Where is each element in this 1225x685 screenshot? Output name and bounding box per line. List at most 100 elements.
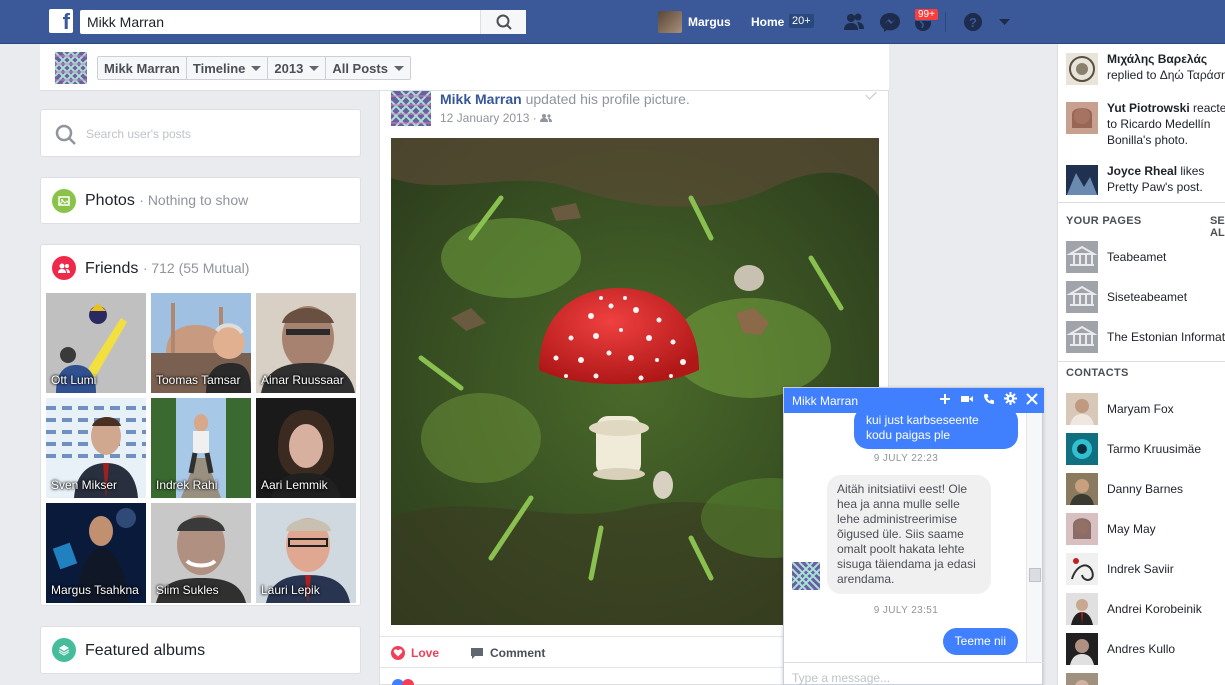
contact-name: Danny Barnes xyxy=(1107,482,1184,496)
contacts-heading: CONTACTS xyxy=(1066,367,1129,379)
help-icon[interactable]: ? xyxy=(962,12,984,32)
chat-header[interactable]: Mikk Marran xyxy=(784,388,1044,413)
gear-icon[interactable] xyxy=(1004,392,1017,405)
ticker-story[interactable]: Yut Piotrowski reacted to Ricardo Medell… xyxy=(1066,100,1225,148)
contact-avatar xyxy=(1066,393,1098,425)
friends-title[interactable]: Friends xyxy=(85,260,138,277)
avatar xyxy=(658,11,682,33)
friend-tile[interactable]: Toomas Tamsar xyxy=(151,293,251,393)
contact-item[interactable]: Tarmo Kruusimäe xyxy=(1066,433,1225,465)
contact-name: May May xyxy=(1107,522,1156,536)
year-dropdown[interactable]: 2013 xyxy=(268,57,327,79)
ticker-story[interactable]: Joyce Rheal likes Pretty Paw's post. xyxy=(1066,163,1225,195)
close-icon[interactable] xyxy=(1026,392,1038,405)
posts-filter-dropdown[interactable]: All Posts xyxy=(326,57,410,79)
search-icon xyxy=(55,124,76,145)
avatar xyxy=(1066,102,1098,134)
chat-title[interactable]: Mikk Marran xyxy=(792,394,858,408)
contact-name: Maryam Fox xyxy=(1107,402,1174,416)
friend-tile[interactable]: Aari Lemmik xyxy=(256,398,356,498)
timeline-dropdown[interactable]: Timeline xyxy=(187,57,269,79)
scrollbar-thumb[interactable] xyxy=(1029,568,1041,582)
messenger-icon[interactable] xyxy=(879,12,901,32)
friend-tile[interactable]: Margus Tsahkna xyxy=(46,503,146,603)
love-button[interactable]: Love xyxy=(391,646,439,660)
add-people-icon[interactable] xyxy=(939,393,951,405)
search-input[interactable]: Mikk Marran xyxy=(87,14,164,30)
friend-name: Toomas Tamsar xyxy=(156,373,241,387)
friend-name: Aari Lemmik xyxy=(261,478,328,492)
friend-tile[interactable]: Indrek Rahi xyxy=(151,398,251,498)
page-name: The Estonian Information Board xyxy=(1107,330,1225,344)
profile-name-button[interactable]: Mikk Marran xyxy=(98,57,187,79)
reactions-summary[interactable] xyxy=(391,677,425,685)
friend-name: Ainar Ruussaar xyxy=(261,373,344,387)
post-author-link[interactable]: Mikk Marran xyxy=(440,91,522,107)
home-link[interactable]: Home xyxy=(751,15,784,29)
divider xyxy=(1058,202,1225,203)
post-author-avatar[interactable] xyxy=(391,91,431,126)
ticker-story[interactable]: Μιχάλης Βαρελάς replied to Δηώ Ταράση's … xyxy=(1066,51,1225,85)
contact-avatar xyxy=(1066,513,1098,545)
post-timestamp[interactable]: 12 January 2013 · xyxy=(440,111,553,125)
facebook-logo-icon[interactable]: f xyxy=(49,9,73,34)
video-call-icon[interactable] xyxy=(960,393,974,405)
contact-item[interactable]: Indrek Saviir xyxy=(1066,553,1225,585)
caret-down-icon xyxy=(393,65,404,71)
photos-title[interactable]: Photos xyxy=(85,192,135,209)
friend-tile[interactable]: Ainar Ruussaar xyxy=(256,293,356,393)
contact-item[interactable]: Danny Barnes xyxy=(1066,473,1225,505)
friends-count: · 712 (55 Mutual) xyxy=(142,260,250,276)
timeline-navigation: Mikk Marran Timeline 2013 All Posts xyxy=(40,44,889,91)
page-item[interactable]: The Estonian Information Board xyxy=(1066,321,1225,353)
chevron-down-icon[interactable] xyxy=(994,12,1016,32)
comment-label: Comment xyxy=(490,646,546,660)
featured-albums-title[interactable]: Featured albums xyxy=(85,642,205,659)
profile-avatar[interactable] xyxy=(55,52,87,84)
contact-item[interactable]: May May xyxy=(1066,513,1225,545)
page-item[interactable]: Teabeamet xyxy=(1066,241,1225,273)
message-input[interactable]: Type a message... xyxy=(784,662,1044,685)
phone-icon[interactable] xyxy=(983,393,995,405)
contact-item[interactable]: Andrei Korobeinik xyxy=(1066,593,1225,625)
search-button[interactable] xyxy=(480,10,526,34)
contact-name: Indrek Saviir xyxy=(1107,562,1174,576)
friend-tile[interactable]: Ott Lumi xyxy=(46,293,146,393)
friend-requests-icon[interactable] xyxy=(843,12,865,32)
user-name: Margus xyxy=(688,15,731,29)
contact-item[interactable]: Andres Kullo xyxy=(1066,633,1225,665)
divider xyxy=(945,12,946,32)
page-avatar xyxy=(1066,241,1098,273)
friend-tile[interactable]: Siim Sukles xyxy=(151,503,251,603)
top-navigation-bar: f Mikk Marran Margus Home 20+ 99+ ? xyxy=(0,0,1225,44)
contact-name: Tarmo Kruusimäe xyxy=(1107,442,1202,456)
contact-item[interactable] xyxy=(1066,673,1225,685)
albums-stack-icon xyxy=(52,638,76,662)
chat-scrollbar[interactable] xyxy=(1026,413,1042,662)
chat-messages[interactable]: kui just karbseseente kodu paigas ple 9 … xyxy=(784,413,1028,662)
see-all-pages-link[interactable]: SEE ALL xyxy=(1210,215,1225,239)
friend-name: Siim Sukles xyxy=(156,583,219,597)
chat-window: Mikk Marran kui just karbseseente kodu p… xyxy=(783,387,1044,685)
contact-item[interactable]: Maryam Fox xyxy=(1066,393,1225,425)
comment-button[interactable]: Comment xyxy=(470,646,545,660)
post-options-chevron-icon[interactable] xyxy=(865,88,877,100)
friend-tile[interactable]: Sven Mikser xyxy=(46,398,146,498)
contact-name: Andres Kullo xyxy=(1107,642,1176,656)
friends-icon xyxy=(52,256,76,280)
friends-audience-icon xyxy=(540,114,553,122)
friend-name: Indrek Rahi xyxy=(156,478,218,492)
search-field[interactable]: Mikk Marran xyxy=(80,10,526,34)
chat-contact-avatar xyxy=(792,562,820,590)
friend-tile[interactable]: Lauri Lepik xyxy=(256,503,356,603)
friend-name: Ott Lumi xyxy=(51,373,97,387)
post-action-text: updated his profile picture. xyxy=(521,91,690,107)
avatar xyxy=(1066,165,1098,195)
page-item[interactable]: Siseteabeamet xyxy=(1066,281,1225,313)
message-timestamp: 9 JULY 23:51 xyxy=(873,605,939,616)
search-posts-box[interactable]: Search user's posts xyxy=(40,109,361,157)
search-posts-input[interactable]: Search user's posts xyxy=(86,127,191,141)
contact-avatar xyxy=(1066,553,1098,585)
svg-text:?: ? xyxy=(969,15,977,30)
contact-avatar xyxy=(1066,633,1098,665)
